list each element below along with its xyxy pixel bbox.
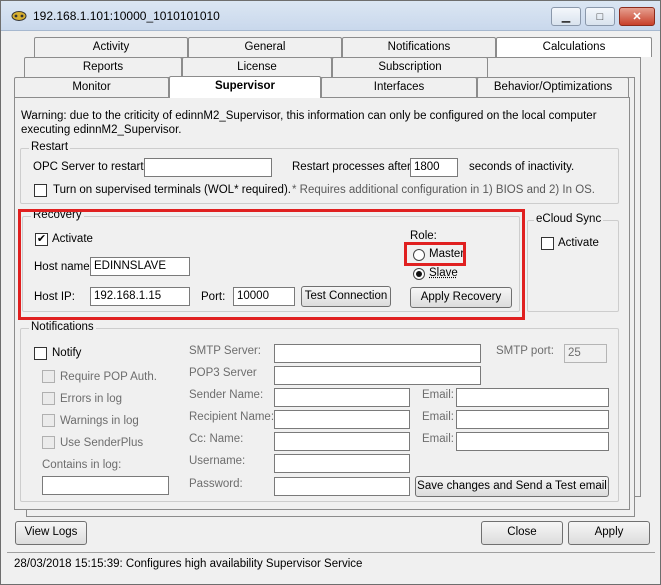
title-bar[interactable]: 192.168.1.101:10000_1010101010 ▁ □ ✕	[1, 1, 660, 31]
recipient-name-input[interactable]	[274, 410, 410, 429]
cc-name-input[interactable]	[274, 432, 410, 451]
ecloud-sync-group: eCloud Sync Activate	[527, 213, 619, 312]
maximize-icon: □	[596, 10, 604, 23]
sender-name-input[interactable]	[274, 388, 410, 407]
wol-checkbox[interactable]	[34, 184, 47, 197]
errors-in-log-label: Errors in log	[60, 393, 122, 405]
window-title: 192.168.1.101:10000_1010101010	[33, 9, 220, 23]
notify-checkbox[interactable]	[34, 347, 47, 360]
ecloud-group-label: eCloud Sync	[534, 213, 604, 225]
password-label: Password:	[189, 478, 243, 490]
inactivity-label: seconds of inactivity.	[469, 161, 575, 173]
smtp-server-label: SMTP Server:	[189, 345, 261, 357]
smtp-port-label: SMTP port:	[496, 345, 554, 357]
minimize-icon: ▁	[561, 11, 571, 23]
require-pop-checkbox[interactable]	[42, 370, 55, 383]
sender-email-label: Email:	[422, 389, 454, 401]
status-bar: 28/03/2018 15:15:39: Configures high ava…	[7, 552, 655, 578]
warnings-in-log-checkbox[interactable]	[42, 414, 55, 427]
smtp-port-input[interactable]: 25	[564, 344, 607, 363]
use-senderplus-label: Use SenderPlus	[60, 437, 144, 449]
cc-email-input[interactable]	[456, 432, 609, 451]
contains-in-log-label: Contains in log:	[42, 459, 122, 471]
restart-after-label: Restart processes after:	[292, 161, 415, 173]
notify-label: Notify	[52, 347, 82, 359]
warning-text: Warning: due to the criticity of edinnM2…	[21, 110, 597, 136]
tab-behavior-optimizations[interactable]: Behavior/Optimizations	[477, 77, 629, 97]
tab-calculations[interactable]: Calculations	[496, 37, 652, 57]
app-icon	[11, 11, 27, 21]
sender-name-label: Sender Name:	[189, 389, 264, 401]
notifications-group: Notifications Notify Require POP Auth. E…	[20, 321, 619, 502]
notifications-group-label: Notifications	[29, 321, 96, 333]
tab-general[interactable]: General	[188, 37, 342, 57]
maximize-button[interactable]: □	[585, 7, 615, 26]
warnings-in-log-label: Warnings in log	[60, 415, 139, 427]
tab-license[interactable]: License	[182, 57, 332, 77]
minimize-button[interactable]: ▁	[551, 7, 581, 26]
recipient-email-label: Email:	[422, 411, 454, 423]
tab-notifications[interactable]: Notifications	[342, 37, 496, 57]
cc-name-label: Cc: Name:	[189, 433, 244, 445]
errors-in-log-checkbox[interactable]	[42, 392, 55, 405]
tab-subscription[interactable]: Subscription	[332, 57, 488, 77]
view-logs-button[interactable]: View Logs	[15, 521, 87, 545]
use-senderplus-checkbox[interactable]	[42, 436, 55, 449]
pop3-server-input[interactable]	[274, 366, 481, 385]
cc-email-label: Email:	[422, 433, 454, 445]
username-label: Username:	[189, 455, 246, 467]
close-icon: ✕	[632, 11, 642, 23]
ecloud-activate-checkbox[interactable]	[541, 237, 554, 250]
tab-monitor[interactable]: Monitor	[14, 77, 169, 97]
wol-label: Turn on supervised terminals (WOL* requi…	[53, 184, 291, 196]
recipient-email-input[interactable]	[456, 410, 609, 429]
require-pop-label: Require POP Auth.	[60, 371, 157, 383]
contains-in-log-input[interactable]	[42, 476, 169, 495]
main-window: 192.168.1.101:10000_1010101010 ▁ □ ✕ Act…	[0, 0, 661, 585]
wol-footnote: * Requires additional configuration in 1…	[292, 184, 596, 196]
close-button[interactable]: Close	[481, 521, 563, 545]
restart-group: Restart OPC Server to restart: Restart p…	[20, 141, 619, 204]
opc-server-input[interactable]	[144, 158, 272, 177]
status-text: 28/03/2018 15:15:39: Configures high ava…	[14, 558, 363, 570]
tab-activity[interactable]: Activity	[34, 37, 188, 57]
opc-server-label: OPC Server to restart:	[33, 161, 147, 173]
password-input[interactable]	[274, 477, 410, 496]
sender-email-input[interactable]	[456, 388, 609, 407]
tab-supervisor[interactable]: Supervisor	[169, 76, 321, 98]
smtp-server-input[interactable]	[274, 344, 481, 363]
restart-group-label: Restart	[29, 141, 71, 153]
ecloud-activate-label: Activate	[558, 237, 599, 249]
restart-after-input[interactable]: 1800	[410, 158, 458, 177]
username-input[interactable]	[274, 454, 410, 473]
apply-button[interactable]: Apply	[568, 521, 650, 545]
master-highlight-box	[404, 242, 466, 266]
tab-reports[interactable]: Reports	[24, 57, 182, 77]
pop3-server-label: POP3 Server	[189, 367, 257, 379]
save-send-test-email-button[interactable]: Save changes and Send a Test email	[415, 476, 609, 497]
recipient-name-label: Recipient Name:	[189, 411, 275, 423]
tab-interfaces[interactable]: Interfaces	[321, 77, 477, 97]
close-window-button[interactable]: ✕	[619, 7, 655, 26]
